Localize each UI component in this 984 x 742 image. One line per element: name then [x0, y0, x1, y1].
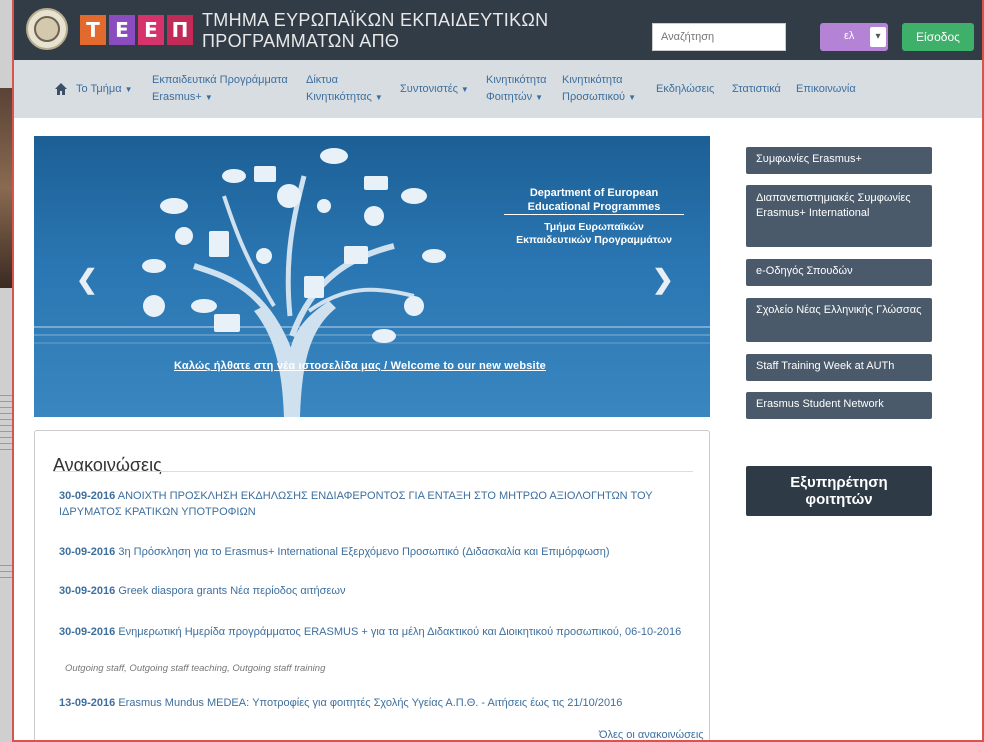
caret-down-icon: ▼: [124, 84, 133, 94]
announcement-item[interactable]: 30-09-2016 Ενημερωτική Ημερίδα προγράμμα…: [59, 624, 689, 640]
nav-label: Το Τμήμα: [76, 82, 122, 95]
sidebar-link-erasmus-agreements[interactable]: Συμφωνίες Erasmus+: [746, 147, 932, 174]
announcement-date: 30-09-2016: [59, 626, 116, 638]
nav-label: Εκδηλώσεις: [656, 82, 715, 95]
nav-label: Στατιστικά: [732, 82, 781, 95]
announcement-text: ΑΝΟΙΧΤΗ ΠΡΟΣΚΛΗΣΗ ΕΚΔΗΛΩΣΗΣ ΕΝΔΙΑΦΕΡΟΝΤΟ…: [59, 490, 653, 518]
browser-window: Τ Ε Ε Π ΤΜΗΜΑ ΕΥΡΩΠΑΪΚΩΝ ΕΚΠΑΙΔΕΥΤΙΚΩΝ Π…: [12, 0, 984, 742]
announcement-date: 30-09-2016: [59, 585, 116, 597]
announcement-date: 30-09-2016: [59, 546, 116, 558]
slider-text: Εκπαιδευτικών Προγραμμάτων: [516, 234, 672, 246]
nav-label: Erasmus+: [152, 91, 202, 103]
sidebar-link-international-agreements[interactable]: Διαπανεπιστημιακές Συμφωνίες Erasmus+ In…: [746, 185, 932, 247]
slider-text: Department of European: [529, 187, 659, 199]
logo-tile[interactable]: Ε: [109, 15, 135, 45]
slider-text: Educational Programmes: [527, 201, 661, 213]
sidebar-link-esn[interactable]: Erasmus Student Network: [746, 392, 932, 419]
nav-home[interactable]: [54, 70, 68, 108]
announcements-heading: Ανακοινώσεις: [53, 455, 162, 475]
caret-down-icon: ▼: [374, 93, 383, 102]
sidebar-link-staff-training[interactable]: Staff Training Week at AUTh: [746, 354, 932, 381]
nav-item-student-mobility[interactable]: Κινητικότητα Φοιτητών ▼: [486, 70, 547, 108]
site-title[interactable]: ΤΜΗΜΑ ΕΥΡΩΠΑΪΚΩΝ ΕΚΠΑΙΔΕΥΤΙΚΩΝ ΠΡΟΓΡΑΜΜΑ…: [202, 10, 548, 52]
announcement-item[interactable]: 30-09-2016 Greek diaspora grants Νέα περ…: [59, 583, 689, 599]
university-seal-logo[interactable]: [26, 8, 68, 50]
chevron-right-icon[interactable]: ❯: [652, 264, 674, 295]
chevron-left-icon[interactable]: ❮: [76, 264, 98, 295]
chevron-down-icon[interactable]: ▾: [870, 27, 886, 47]
nav-item-contact[interactable]: Επικοινωνία: [796, 70, 856, 108]
nav-label: Δίκτυα: [306, 74, 339, 86]
divider: [53, 471, 693, 472]
caret-down-icon: ▼: [535, 93, 544, 102]
announcements-panel: Ανακοινώσεις 30-09-2016 ΑΝΟΙΧΤΗ ΠΡΟΣΚΛΗΣ…: [34, 430, 710, 740]
nav-label: Συντονιστές: [400, 82, 458, 95]
student-services-button[interactable]: Εξυπηρέτηση φοιτητών: [746, 466, 932, 516]
announcement-date: 30-09-2016: [59, 490, 116, 502]
logo-tile[interactable]: Τ: [80, 15, 106, 45]
announcement-text: Greek diaspora grants Νέα περίοδος αιτήσ…: [118, 585, 346, 597]
service-line: Εξυπηρέτηση: [790, 474, 888, 491]
caret-down-icon: ▼: [628, 93, 636, 102]
announcement-text: 3η Πρόσκληση για το Erasmus+ Internation…: [118, 546, 610, 558]
announcement-tags[interactable]: Outgoing staff, Outgoing staff teaching,…: [65, 663, 325, 674]
slider-caption[interactable]: Καλώς ήλθατε στη νέα ιστοσελίδα μας / We…: [174, 360, 546, 372]
announcement-item[interactable]: 30-09-2016 3η Πρόσκληση για το Erasmus+ …: [59, 544, 689, 560]
site-header: Τ Ε Ε Π ΤΜΗΜΑ ΕΥΡΩΠΑΪΚΩΝ ΕΚΠΑΙΔΕΥΤΙΚΩΝ Π…: [14, 0, 982, 60]
home-icon[interactable]: [54, 82, 68, 96]
nav-label: Εκπαιδευτικά Προγράμματα: [152, 74, 288, 86]
slider-heading-gr: Τμήμα Ευρωπαϊκών Εκπαιδευτικών Προγραμμά…: [494, 221, 694, 247]
announcement-item[interactable]: 30-09-2016 ΑΝΟΙΧΤΗ ΠΡΟΣΚΛΗΣΗ ΕΚΔΗΛΩΣΗΣ Ε…: [59, 488, 689, 520]
site-title-line1: ΤΜΗΜΑ ΕΥΡΩΠΑΪΚΩΝ ΕΚΠΑΙΔΕΥΤΙΚΩΝ: [202, 10, 549, 30]
sidebar-link-study-guide[interactable]: e-Οδηγός Σπουδών: [746, 259, 932, 286]
nav-item-department[interactable]: Το Τμήμα ▼: [76, 70, 132, 108]
nav-label: Φοιτητών: [486, 91, 533, 103]
nav-item-events[interactable]: Εκδηλώσεις: [656, 70, 714, 108]
caret-down-icon: ▼: [204, 93, 213, 102]
announcement-date: 13-09-2016: [59, 697, 116, 709]
caret-down-icon: ▼: [460, 84, 469, 94]
slider-text: Τμήμα Ευρωπαϊκών: [544, 221, 644, 233]
nav-item-erasmus-programs[interactable]: Εκπαιδευτικά Προγράμματα Erasmus+ ▼: [152, 70, 288, 108]
nav-item-coordinators[interactable]: Συντονιστές ▼: [400, 70, 469, 108]
logo-tile[interactable]: Π: [167, 15, 193, 45]
announcement-text: Erasmus Mundus MEDEA: Υποτροφίες για φοι…: [118, 697, 623, 709]
logo-tile[interactable]: Ε: [138, 15, 164, 45]
login-button[interactable]: Είσοδος: [902, 23, 974, 51]
main-navbar: Το Τμήμα ▼ Εκπαιδευτικά Προγράμματα Erasm…: [14, 60, 982, 118]
nav-label: Επικοινωνία: [796, 82, 856, 95]
nav-item-mobility-networks[interactable]: Δίκτυα Κινητικότητας ▼: [306, 70, 383, 108]
nav-item-statistics[interactable]: Στατιστικά: [732, 70, 781, 108]
announcement-item[interactable]: 13-09-2016 Erasmus Mundus MEDEA: Υποτροφ…: [59, 695, 689, 711]
site-title-line2: ΠΡΟΓΡΑΜΜΑΤΩΝ ΑΠΘ: [202, 31, 400, 51]
service-line: φοιτητών: [805, 491, 873, 508]
nav-label: Κινητικότητα: [562, 74, 623, 86]
slider-divider: [504, 214, 684, 215]
tree-illustration: [142, 148, 446, 417]
language-value: ελ: [844, 30, 855, 42]
nav-label: Κινητικότητα: [486, 74, 547, 86]
sidebar-link-greek-school[interactable]: Σχολείο Νέας Ελληνικής Γλώσσας: [746, 298, 932, 342]
hero-slider[interactable]: Department of European Educational Progr…: [34, 136, 710, 417]
nav-label: Κινητικότητας: [306, 91, 372, 103]
search-input[interactable]: [652, 23, 786, 51]
all-announcements-link[interactable]: Όλες οι ανακοινώσεις: [599, 729, 704, 740]
language-select[interactable]: ελ ▾: [820, 23, 888, 51]
nav-label: Προσωπικού: [562, 91, 626, 103]
announcement-text: Ενημερωτική Ημερίδα προγράμματος ERASMUS…: [118, 626, 682, 638]
nav-item-staff-mobility[interactable]: Κινητικότητα Προσωπικού ▼: [562, 70, 636, 108]
slider-heading-en: Department of European Educational Progr…: [494, 186, 694, 214]
